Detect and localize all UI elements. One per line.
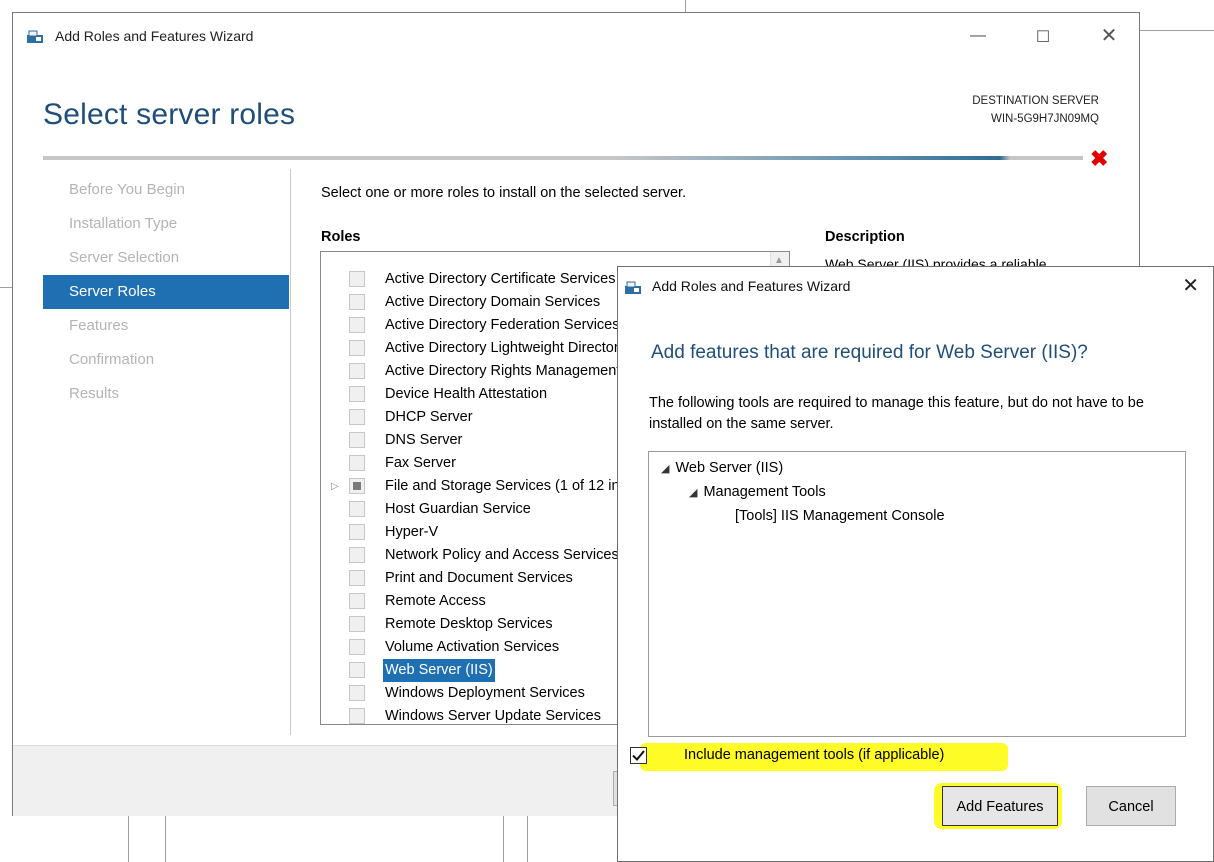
role-label: Fax Server — [385, 455, 456, 471]
nav-item-features[interactable]: Features — [43, 309, 289, 343]
maximize-button[interactable]: ☐ — [1023, 27, 1063, 47]
page-title: Select server roles — [43, 98, 296, 131]
role-checkbox[interactable] — [349, 432, 365, 448]
tree-node-iis-management-console[interactable]: [Tools] IIS Management Console — [735, 508, 945, 524]
dialog-title: Add Roles and Features Wizard — [652, 278, 851, 294]
role-checkbox[interactable] — [349, 593, 365, 609]
role-label: Active Directory Domain Services — [385, 294, 601, 310]
role-checkbox[interactable] — [349, 708, 365, 724]
instruction-text: Select one or more roles to install on t… — [321, 185, 687, 201]
role-checkbox[interactable] — [349, 616, 365, 632]
role-checkbox[interactable] — [349, 685, 365, 701]
description-header: Description — [825, 229, 905, 245]
role-label: Device Health Attestation — [385, 386, 548, 402]
nav-item-before-you-begin[interactable]: Before You Begin — [43, 173, 289, 207]
role-checkbox[interactable] — [349, 271, 365, 287]
nav-item-installation-type[interactable]: Installation Type — [43, 207, 289, 241]
roles-header: Roles — [321, 229, 361, 245]
expanded-triangle-icon[interactable]: ◢ — [661, 463, 669, 475]
required-features-tree[interactable]: ◢ Web Server (IIS) ◢ Management Tools [Too… — [648, 451, 1186, 737]
role-label: Volume Activation Services — [385, 639, 560, 655]
role-checkbox[interactable] — [349, 409, 365, 425]
tree-node-label: [Tools] IIS Management Console — [735, 508, 945, 524]
checkmark-icon — [632, 750, 645, 761]
expand-triangle-icon[interactable]: ▷ — [331, 475, 339, 498]
background-window-edge — [0, 287, 12, 288]
scroll-up-icon[interactable]: ▲ — [774, 255, 784, 266]
background-window-edge — [503, 816, 504, 862]
nav-item-server-selection[interactable]: Server Selection — [43, 241, 289, 275]
role-checkbox[interactable] — [349, 570, 365, 586]
role-label: Hyper-V — [385, 524, 439, 540]
role-checkbox[interactable] — [349, 524, 365, 540]
background-window-edge — [1140, 30, 1214, 31]
destination-server-label: DESTINATION SERVER — [972, 95, 1099, 107]
nav-item-server-roles[interactable]: Server Roles — [43, 275, 289, 309]
role-label: DNS Server — [385, 432, 463, 448]
tree-node-label: Management Tools — [703, 484, 826, 500]
tree-node-label: Web Server (IIS) — [675, 460, 784, 476]
add-features-button[interactable]: Add Features — [942, 786, 1058, 826]
wizard-app-icon — [27, 30, 43, 43]
destination-server-name: WIN-5G9H7JN09MQ — [991, 113, 1099, 125]
role-checkbox[interactable] — [349, 386, 365, 402]
dialog-heading: Add features that are required for Web S… — [651, 342, 1088, 363]
minimize-button[interactable]: — — [958, 27, 998, 45]
role-checkbox[interactable] — [349, 340, 365, 356]
role-label: Windows Server Update Services — [385, 708, 601, 724]
role-label: Web Server (IIS) — [383, 659, 495, 682]
dialog-app-icon — [625, 281, 641, 294]
role-label: DHCP Server — [385, 409, 473, 425]
background-window-edge — [165, 816, 166, 862]
role-label: Print and Document Services — [385, 570, 573, 586]
include-management-tools-label[interactable]: Include management tools (if applicable) — [684, 747, 944, 763]
include-management-tools-checkbox[interactable] — [630, 747, 647, 764]
nav-item-results[interactable]: Results — [43, 377, 289, 411]
dialog-description: The following tools are required to mana… — [649, 395, 1144, 432]
close-window-button[interactable]: ✕ — [1089, 23, 1129, 48]
role-checkbox[interactable] — [349, 478, 365, 494]
role-checkbox[interactable] — [349, 294, 365, 310]
role-checkbox[interactable] — [349, 455, 365, 471]
role-checkbox[interactable] — [349, 317, 365, 333]
cancel-button[interactable]: Cancel — [1086, 786, 1176, 826]
role-label: Active Directory Certificate Services — [385, 271, 616, 287]
dialog-close-button[interactable]: ✕ — [1182, 273, 1199, 298]
nav-divider — [290, 169, 291, 735]
role-label: Network Policy and Access Services — [385, 547, 619, 563]
error-x-icon: ✖ — [1090, 146, 1109, 171]
role-label: Remote Access — [385, 593, 486, 609]
role-label: Active Directory Federation Services — [385, 317, 620, 333]
role-checkbox[interactable] — [349, 662, 365, 678]
role-checkbox[interactable] — [349, 363, 365, 379]
nav-item-confirmation[interactable]: Confirmation — [43, 343, 289, 377]
role-label: Windows Deployment Services — [385, 685, 585, 701]
expanded-triangle-icon[interactable]: ◢ — [689, 487, 697, 499]
background-window-edge — [527, 816, 528, 862]
role-checkbox[interactable] — [349, 547, 365, 563]
add-features-dialog: Add Roles and Features Wizard ✕ Add feat… — [617, 266, 1214, 862]
background-window-edge — [685, 0, 686, 12]
tree-node-management-tools[interactable]: ◢ Management Tools — [689, 484, 826, 500]
role-label: Remote Desktop Services — [385, 616, 553, 632]
role-checkbox[interactable] — [349, 501, 365, 517]
role-checkbox[interactable] — [349, 639, 365, 655]
tree-node-web-server[interactable]: ◢ Web Server (IIS) — [661, 460, 783, 476]
background-window-edge — [128, 816, 129, 862]
role-label: Host Guardian Service — [385, 501, 531, 517]
progress-bar — [43, 156, 1083, 160]
window-title: Add Roles and Features Wizard — [55, 28, 254, 44]
